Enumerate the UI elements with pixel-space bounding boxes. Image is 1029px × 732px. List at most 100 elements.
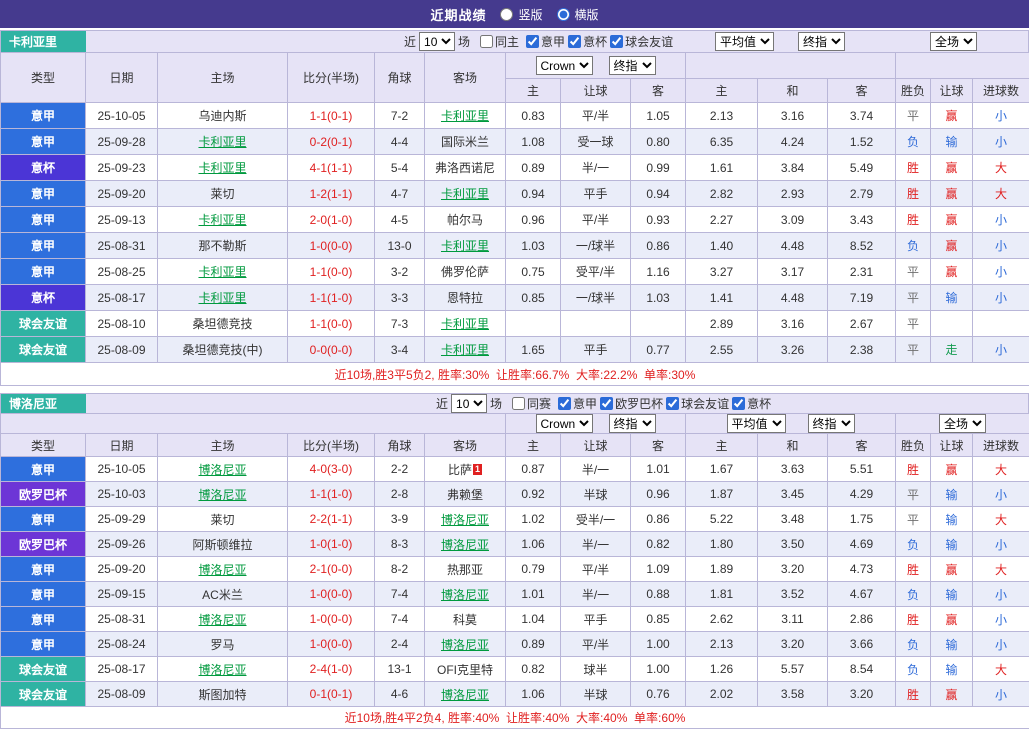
home-team-cell: 桑坦德竞技(中) [157,336,288,363]
euro-away-odds-cell: 3.66 [826,631,897,657]
euro-home-odds-cell: 1.81 [685,581,758,607]
recent-count-select[interactable]: 10 [451,394,488,413]
layout-option-vertical[interactable]: 竖版 [500,6,543,23]
euro-draw-odds-cell: 3.63 [757,456,828,482]
subject-team-link[interactable]: 卡利亚里 [441,239,489,253]
subject-team-link[interactable]: 卡利亚里 [441,343,489,357]
euro-away-odds-cell: 8.54 [826,656,897,682]
wdl-cell: 胜 [895,206,931,233]
same-filter[interactable]: 同主 [480,33,519,50]
subject-team-link[interactable]: 博洛尼亚 [198,563,246,577]
competition-checkbox[interactable] [732,397,746,410]
subject-team-link[interactable]: 卡利亚里 [198,265,246,279]
match-row: 意甲 25-08-24 罗马 1-0(0-0) 2-4 博洛尼亚 0.89 平/半 1.00 2.… [0,631,1029,657]
match-row: 意杯 25-09-23 卡利亚里 4-1(1-1) 5-4 弗洛西诺尼 0.89 半/一 0.9… [0,154,1029,181]
competition-filter[interactable]: 意杯 [732,395,771,412]
away-team-cell: 博洛尼亚 [424,681,506,707]
date-cell: 25-09-20 [85,180,158,207]
competition-filter[interactable]: 球会友谊 [666,395,729,412]
competition-filter[interactable]: 意杯 [568,33,607,50]
league-cell: 意甲 [0,506,86,532]
wdl-cell: 胜 [895,154,931,181]
same-checkbox[interactable] [480,35,494,48]
home-team-cell: 罗马 [157,631,288,657]
euro-home-odds-cell: 2.55 [685,336,758,363]
match-row: 球会友谊 25-08-10 桑坦德竞技 1-1(0-0) 7-3 卡利亚里 2.89 3.16… [0,310,1029,337]
subject-team-link[interactable]: 卡利亚里 [441,317,489,331]
asian-away-odds-cell: 0.86 [630,506,686,532]
subject-team-link[interactable]: 博洛尼亚 [441,538,489,552]
asian-odds-dropdowns: Crown 终指 [505,52,686,79]
asian-home-odds-cell: 0.89 [505,154,561,181]
col-asian-handicap: 让球 [560,433,631,457]
asian-home-odds-cell: 1.06 [505,681,561,707]
subject-team-link[interactable]: 卡利亚里 [198,291,246,305]
league-cell: 欧罗巴杯 [0,531,86,557]
handicap-result-cell: 输 [930,481,974,507]
subject-team-link[interactable]: 博洛尼亚 [441,513,489,527]
vertical-radio[interactable] [500,7,514,21]
bookmaker-stage-select[interactable]: 终指 [608,414,656,433]
team-bar: 博洛尼亚 近 10 场 同赛 意甲 欧罗巴杯 球会友谊 意杯 [0,393,1029,413]
corner-cell: 2-2 [374,456,425,482]
euro-stage-select[interactable]: 终指 [798,32,845,51]
subject-team-link[interactable]: 博洛尼亚 [198,613,246,627]
euro-stage-select[interactable]: 终指 [807,414,855,433]
subject-team-link[interactable]: 博洛尼亚 [441,688,489,702]
home-team-cell: 博洛尼亚 [157,556,288,582]
asian-home-odds-cell: 0.89 [505,631,561,657]
same-checkbox[interactable] [512,397,526,410]
subject-team-link[interactable]: 卡利亚里 [441,109,489,123]
recent-count-select[interactable]: 10 [419,32,456,51]
goals-result-cell: 大 [972,180,1029,207]
competition-checkbox[interactable] [568,35,582,48]
goals-result-cell: 小 [972,258,1029,285]
same-filter[interactable]: 同赛 [512,395,551,412]
competition-filter[interactable]: 意甲 [558,395,597,412]
subject-team-link[interactable]: 卡利亚里 [441,187,489,201]
corner-cell: 7-3 [374,310,425,337]
asian-away-odds-cell: 1.09 [630,556,686,582]
competition-filter[interactable]: 意甲 [526,33,565,50]
subject-team-link[interactable]: 博洛尼亚 [198,488,246,502]
handicap-result-cell: 赢 [930,681,974,707]
euro-avg-select[interactable]: 平均值 [715,32,774,51]
euro-draw-odds-cell: 4.24 [757,128,828,155]
asian-home-odds-cell: 1.01 [505,581,561,607]
subject-team-link[interactable]: 博洛尼亚 [441,638,489,652]
competition-checkbox[interactable] [558,397,572,410]
euro-draw-odds-cell: 3.16 [757,102,828,129]
recent-label: 近 [404,35,417,49]
bookmaker-select[interactable]: Crown [535,414,593,433]
scope-select[interactable]: 全场 [939,414,987,433]
competition-checkbox[interactable] [526,35,540,48]
opponent-team-name: 恩特拉 [446,291,483,305]
competition-filter[interactable]: 球会友谊 [610,33,673,50]
subject-team-link[interactable]: 博洛尼亚 [441,588,489,602]
subject-team-link[interactable]: 卡利亚里 [198,135,246,149]
competition-checkbox[interactable] [600,397,614,410]
layout-option-horizontal[interactable]: 横版 [556,6,599,23]
scope-select[interactable]: 全场 [930,32,977,51]
horizontal-radio[interactable] [556,7,570,21]
date-cell: 25-09-29 [85,506,158,532]
score-cell: 4-1(1-1) [287,154,375,181]
subject-team-link[interactable]: 博洛尼亚 [198,663,246,677]
asian-away-odds-cell: 1.00 [630,631,686,657]
competition-label: 意甲 [573,397,598,411]
subject-team-link[interactable]: 博洛尼亚 [198,463,246,477]
euro-avg-select[interactable]: 平均值 [726,414,786,433]
subject-team-link[interactable]: 卡利亚里 [198,213,246,227]
corner-cell: 7-4 [374,581,425,607]
euro-away-odds-cell: 3.74 [827,102,896,129]
competition-checkbox[interactable] [666,397,680,410]
subject-team-link[interactable]: 卡利亚里 [198,161,246,175]
col-goals: 进球数 [972,78,1029,103]
competition-checkbox[interactable] [610,35,624,48]
euro-draw-odds-cell: 3.09 [757,206,828,233]
competition-filter[interactable]: 欧罗巴杯 [600,395,663,412]
bookmaker-select[interactable]: Crown [535,56,593,75]
home-team-cell: 卡利亚里 [157,154,288,181]
bookmaker-stage-select[interactable]: 终指 [608,56,656,75]
goals-result-cell: 大 [972,656,1029,682]
